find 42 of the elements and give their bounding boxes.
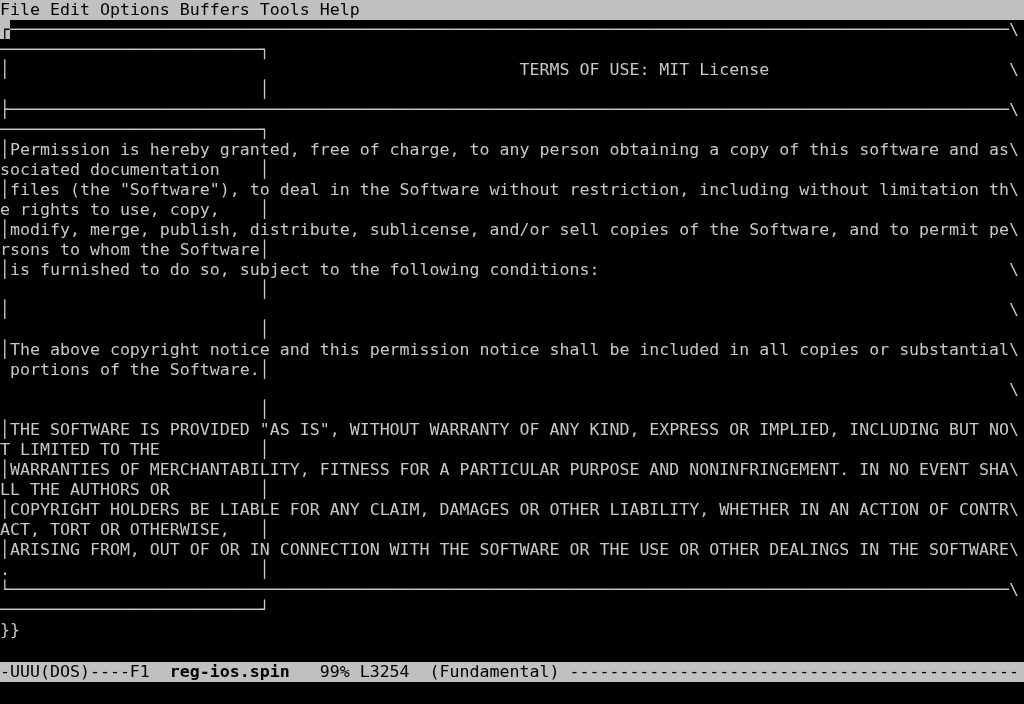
- buffer-line: rsons to whom the Software│: [0, 240, 271, 259]
- buffer-line: ├────────────────────────────────────────────────────────────────────────────────────────────────────\: [0, 100, 1020, 120]
- buffer-line: ──────────────────────────┐: [0, 40, 271, 60]
- buffer-line: │ TERMS OF USE: MIT License \: [0, 60, 1020, 79]
- buffer-line: sociated documentation │: [0, 160, 271, 179]
- buffer-name: reg-ios.spin: [169, 662, 290, 682]
- buffer-line: │Permission is hereby granted, free of charge, to any person obtaining a copy of this software and as\: [0, 140, 1020, 159]
- buffer-line: ──────────────────────────┘: [0, 600, 271, 620]
- menu-item[interactable]: Tools: [259, 0, 310, 20]
- menu-item[interactable]: Help: [319, 0, 360, 20]
- buffer-position: 99% L3254: [319, 662, 410, 682]
- buffer-line: LL THE AUTHORS OR │: [0, 480, 271, 499]
- buffer-line: │files (the "Software"), to deal in the Software without restriction, including without limitation th\: [0, 180, 1020, 199]
- menu-item[interactable]: Edit: [49, 0, 90, 20]
- buffer-line: ──────────────────────────┐: [0, 120, 271, 140]
- major-mode: (Fundamental): [429, 662, 560, 682]
- mode-line-status: -UUU(DOS)----F1: [0, 662, 150, 682]
- buffer-line: \: [1008, 380, 1020, 400]
- buffer-line: T LIMITED TO THE │: [0, 440, 271, 459]
- buffer-line: portions of the Software.│: [9, 360, 271, 380]
- buffer-line: │COPYRIGHT HOLDERS BE LIABLE FOR ANY CLAIM, DAMAGES OR OTHER LIABILITY, WHETHER IN AN ACTION OF CONTR\: [0, 500, 1020, 519]
- menu-item[interactable]: File: [0, 0, 40, 20]
- buffer-line: │WARRANTIES OF MERCHANTABILITY, FITNESS FOR A PARTICULAR PURPOSE AND NONINFRINGEMENT. IN NO EVENT SHA\: [0, 460, 1020, 479]
- menu-item[interactable]: Buffers: [179, 0, 250, 20]
- buffer-line: └────────────────────────────────────────────────────────────────────────────────────────────────────\: [0, 580, 1020, 599]
- buffer-line: ACT, TORT OR OTHERWISE, │: [0, 520, 271, 539]
- buffer-line: │ARISING FROM, OUT OF OR IN CONNECTION WITH THE SOFTWARE OR THE USE OR OTHER DEALINGS IN THE SOFTWARE\: [0, 540, 1020, 559]
- buffer-line: │: [258, 400, 271, 420]
- buffer-line: }}: [0, 620, 21, 640]
- buffer-line: e rights to use, copy, │: [0, 200, 271, 219]
- buffer-line: │ \: [0, 300, 1020, 319]
- buffer-line: . │: [0, 560, 271, 579]
- buffer-line: │modify, merge, publish, distribute, sublicense, and/or sell copies of the Software, and to permit pe\: [0, 220, 1020, 239]
- buffer-line: │: [259, 280, 270, 300]
- buffer-line: ┌────────────────────────────────────────────────────────────────────────────────────────────────────\: [0, 20, 1021, 40]
- buffer-line: │THE SOFTWARE IS PROVIDED "AS IS", WITHOUT WARRANTY OF ANY KIND, EXPRESS OR IMPLIED, INCLUDING BUT NO\: [0, 420, 1020, 439]
- buffer-line: │The above copyright notice and this permission notice shall be included in all copies or substantial\: [0, 340, 1020, 359]
- buffer-line: │: [258, 80, 271, 99]
- buffer-line: │: [258, 320, 271, 340]
- menu-item[interactable]: Options: [99, 0, 170, 20]
- mode-line-fill: ---------------------------------------------: [569, 662, 1019, 682]
- buffer-line: │is furnished to do so, subject to the following conditions: \: [0, 260, 1020, 280]
